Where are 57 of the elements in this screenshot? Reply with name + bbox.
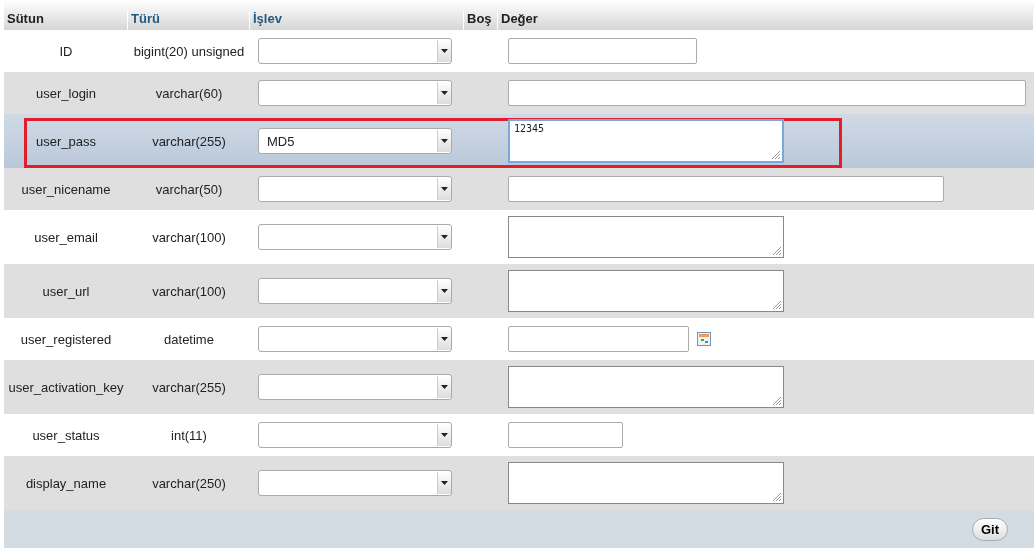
column-type: varchar(50) [154,181,224,197]
value-field[interactable] [508,38,697,64]
value-field[interactable] [508,80,1026,106]
column-type: bigint(20) unsigned [132,43,246,59]
dropdown-arrow-icon [441,139,448,143]
calendar-icon[interactable] [697,332,711,346]
function-dropdown[interactable] [258,80,452,106]
column-name: display_name [24,475,108,491]
column-type: varchar(255) [151,133,227,149]
value-textarea[interactable] [508,270,784,312]
column-name: user_email [33,229,99,245]
column-type: varchar(255) [151,379,227,395]
column-type: varchar(250) [151,475,227,491]
dropdown-arrow-icon [441,187,448,191]
column-type: varchar(100) [151,229,227,245]
dropdown-arrow-icon [441,433,448,437]
dropdown-arrow-icon [441,235,448,239]
value-textarea[interactable] [508,366,784,408]
dropdown-arrow-icon [441,385,448,389]
function-dropdown[interactable] [258,176,452,202]
dropdown-arrow-icon [441,49,448,53]
value-field[interactable] [508,422,623,448]
function-dropdown[interactable] [258,470,452,496]
function-dropdown[interactable] [258,278,452,304]
column-type: varchar(60) [154,85,224,101]
column-type: varchar(100) [151,283,227,299]
function-dropdown[interactable] [258,38,452,64]
value-field[interactable] [508,326,689,352]
function-dropdown[interactable] [258,224,452,250]
column-name: user_url [41,283,91,299]
column-name: ID [58,43,74,59]
dropdown-arrow-icon [441,481,448,485]
submit-button[interactable]: Git [971,517,1008,541]
column-type: int(11) [170,427,208,443]
value-field[interactable] [508,176,944,202]
resize-grip-icon[interactable] [772,492,782,502]
column-type: datetime [163,331,215,347]
column-name: user_pass [35,133,97,149]
resize-grip-icon[interactable] [772,396,782,406]
column-name: user_status [31,427,101,443]
resize-grip-icon[interactable] [772,246,782,256]
dropdown-arrow-icon [441,337,448,341]
value-textarea[interactable]: 12345 [508,119,784,163]
resize-grip-icon[interactable] [772,300,782,310]
value-textarea[interactable] [508,216,784,258]
column-name: user_activation_key [7,379,125,395]
dropdown-arrow-icon [441,91,448,95]
function-dropdown[interactable] [258,326,452,352]
function-dropdown[interactable]: MD5 [258,128,452,154]
dropdown-arrow-icon [441,289,448,293]
column-name: user_registered [19,331,113,347]
column-name: user_login [35,85,97,101]
value-textarea[interactable] [508,462,784,504]
column-name: user_nicename [20,181,112,197]
function-dropdown[interactable] [258,422,452,448]
resize-grip-icon[interactable] [771,150,781,160]
function-dropdown[interactable] [258,374,452,400]
